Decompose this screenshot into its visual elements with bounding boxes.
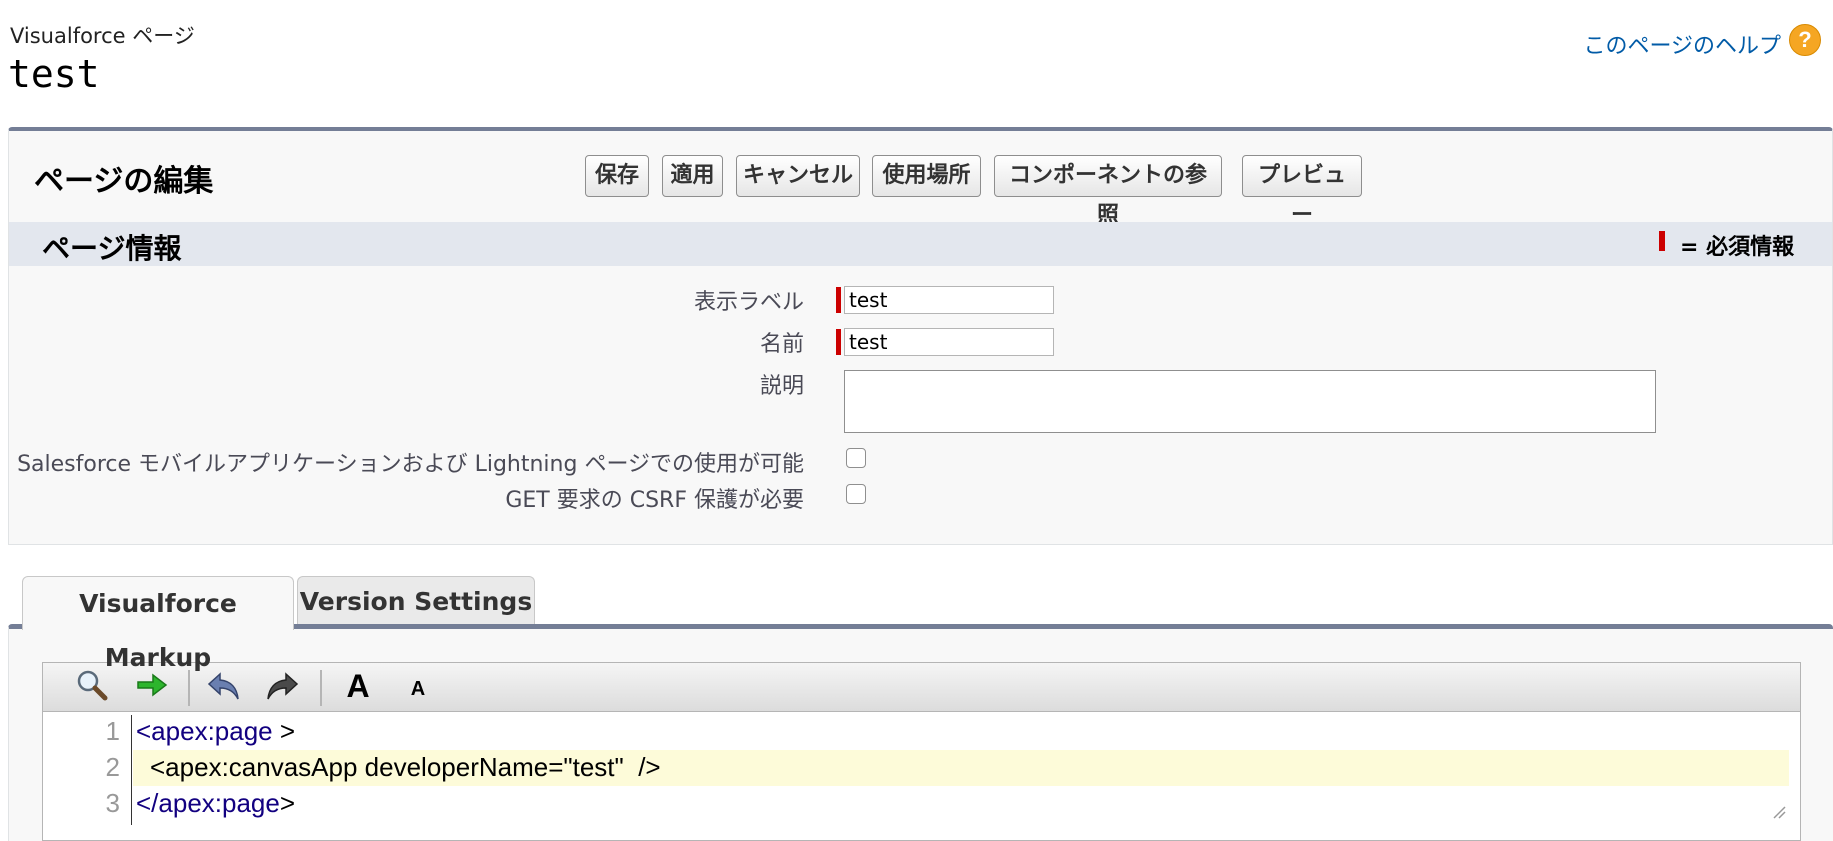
font-larger-icon[interactable]: A bbox=[340, 668, 376, 704]
required-marker bbox=[1659, 231, 1665, 251]
tab-visualforce-markup[interactable]: Visualforce Markup bbox=[22, 576, 294, 672]
code-text: > bbox=[272, 716, 296, 746]
preview-button[interactable]: プレビュー bbox=[1242, 155, 1362, 228]
where-used-button[interactable]: 使用場所 bbox=[872, 155, 981, 197]
font-smaller-icon[interactable]: A bbox=[400, 668, 436, 704]
code-tag: </apex:page bbox=[136, 788, 280, 818]
page-info-header bbox=[9, 222, 1832, 266]
code-text: developerName="test" /> bbox=[357, 752, 661, 782]
cancel-button[interactable]: キャンセル bbox=[736, 155, 860, 197]
required-marker bbox=[836, 329, 841, 355]
redo-icon[interactable] bbox=[264, 668, 300, 704]
line-number: 2 bbox=[105, 752, 120, 782]
page-info-title: ページ情報 bbox=[42, 232, 182, 265]
label-field-label: 表示ラベル bbox=[693, 290, 804, 315]
code-line[interactable]: <apex:page > bbox=[136, 716, 295, 747]
code-text: <apex:canvasApp bbox=[150, 752, 358, 782]
tab-version-settings[interactable]: Version Settings bbox=[297, 576, 535, 628]
help-icon[interactable]: ? bbox=[1789, 24, 1821, 56]
name-field-label: 名前 bbox=[759, 332, 804, 357]
undo-icon[interactable] bbox=[206, 668, 242, 704]
edit-section-title: ページの編集 bbox=[34, 164, 214, 199]
required-legend: = 必須情報 bbox=[1680, 235, 1795, 260]
line-number: 1 bbox=[105, 716, 120, 746]
editor-toolbar bbox=[42, 662, 1801, 712]
code-line[interactable]: </apex:page> bbox=[136, 788, 295, 819]
apply-button[interactable]: 適用 bbox=[662, 155, 723, 197]
page-title: test bbox=[8, 52, 100, 96]
label-input[interactable] bbox=[844, 286, 1054, 314]
toolbar-separator bbox=[320, 670, 322, 706]
mobile-enabled-label: Salesforce モバイルアプリケーションおよび Lightning ページ… bbox=[17, 452, 804, 477]
gutter-divider bbox=[131, 715, 132, 825]
csrf-checkbox[interactable] bbox=[846, 484, 866, 504]
line-number: 3 bbox=[105, 788, 120, 818]
component-reference-button[interactable]: コンポーネントの参照 bbox=[994, 155, 1222, 228]
description-field-label: 説明 bbox=[759, 374, 804, 399]
code-tag: <apex:page bbox=[136, 716, 273, 746]
description-textarea[interactable] bbox=[844, 370, 1656, 433]
breadcrumb: Visualforce ページ bbox=[10, 24, 195, 48]
save-button[interactable]: 保存 bbox=[585, 155, 649, 197]
help-link[interactable]: このページのヘルプ bbox=[1583, 28, 1781, 60]
name-input[interactable] bbox=[844, 328, 1054, 356]
required-marker bbox=[836, 287, 841, 313]
mobile-enabled-checkbox[interactable] bbox=[846, 448, 866, 468]
resize-grip-icon[interactable] bbox=[1772, 804, 1786, 819]
code-line[interactable]: <apex:canvasApp developerName="test" /> bbox=[150, 752, 661, 783]
csrf-label: GET 要求の CSRF 保護が必要 bbox=[505, 488, 804, 513]
code-text: > bbox=[279, 788, 296, 818]
